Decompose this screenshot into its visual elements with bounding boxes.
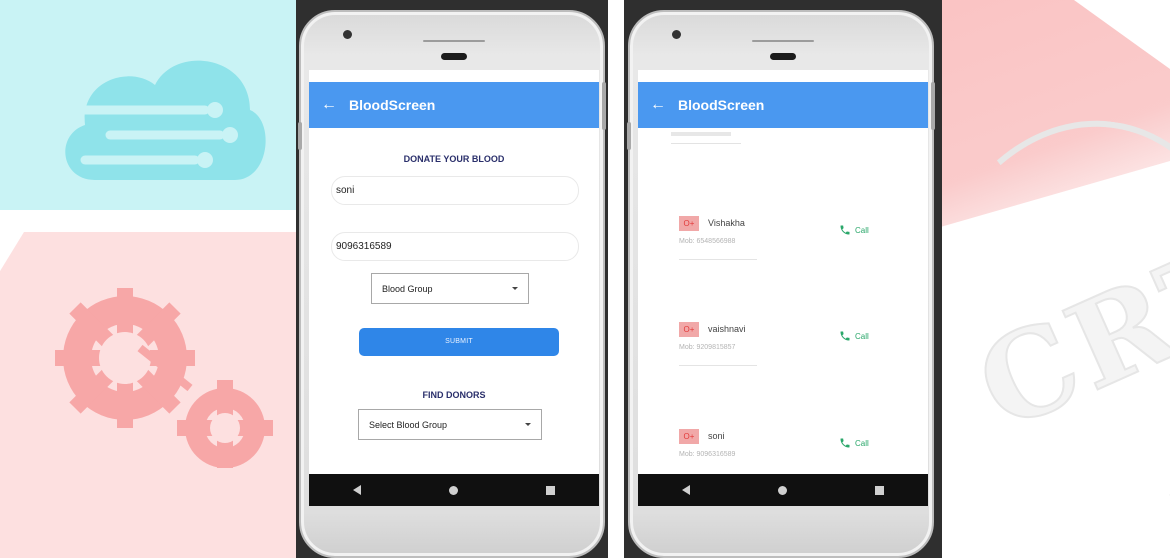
select-blood-group-dropdown[interactable]: Select Blood Group: [358, 409, 542, 440]
donor-mobile: Mob: 6548566988: [679, 238, 736, 245]
app-screen-donate: ← BloodScreen DONATE YOUR BLOOD soni 909…: [309, 70, 599, 506]
phone-left: ← BloodScreen DONATE YOUR BLOOD soni 909…: [298, 10, 606, 558]
blood-group-badge: O+: [679, 216, 699, 231]
donor-list-item[interactable]: O+ vaishnavi Mob: 9209815857 Call: [671, 322, 901, 386]
screenshot-stage: CRT ← BloodScreen DONATE YOUR BLOOD soni…: [0, 0, 1170, 558]
blood-group-dropdown-label: Blood Group: [382, 283, 433, 294]
app-bar: ← BloodScreen: [638, 82, 928, 128]
dropdown-caret-icon: [525, 423, 531, 426]
phone-right: ← BloodScreen O+ Vishakha Mob: 654856698…: [627, 10, 935, 558]
phone-side-key: [627, 122, 631, 150]
nav-home-icon[interactable]: [778, 485, 787, 495]
donor-name: Vishakha: [708, 218, 745, 228]
blood-group-badge: O+: [679, 322, 699, 337]
android-nav-bar: [638, 474, 928, 506]
call-phone-icon: [840, 331, 850, 341]
call-button[interactable]: Call: [839, 437, 869, 449]
android-nav-bar: [309, 474, 599, 506]
donor-name: vaishnavi: [708, 324, 746, 334]
call-label: Call: [855, 225, 869, 235]
earpiece: [441, 53, 467, 60]
call-phone-icon: [840, 225, 850, 235]
watermark-gears-icon: [55, 288, 273, 468]
watermark-cloud-icon: [65, 60, 266, 180]
donor-mobile: Mob: 9209815857: [679, 344, 736, 351]
nav-home-icon[interactable]: [449, 485, 458, 495]
blood-group-dropdown[interactable]: Blood Group: [371, 273, 529, 304]
blood-group-badge: O+: [679, 429, 699, 444]
call-label: Call: [855, 331, 869, 341]
app-screen-donor-list: ← BloodScreen O+ Vishakha Mob: 654856698…: [638, 70, 928, 506]
name-field[interactable]: soni: [331, 176, 579, 205]
list-divider: [671, 143, 741, 144]
previous-item-peek: [671, 132, 731, 136]
nav-back-icon[interactable]: [353, 485, 361, 495]
list-divider: [679, 365, 757, 366]
call-label: Call: [855, 438, 869, 448]
nav-recents-icon[interactable]: [546, 485, 555, 495]
nav-back-icon[interactable]: [682, 485, 690, 495]
earpiece: [770, 53, 796, 60]
front-camera: [343, 30, 352, 39]
phone-power-key: [602, 82, 606, 130]
donor-list-item[interactable]: O+ Vishakha Mob: 6548566988 Call: [671, 216, 901, 280]
nav-recents-icon[interactable]: [875, 485, 884, 495]
speaker-grille: [752, 40, 814, 42]
find-donors-heading: FIND DONORS: [422, 390, 486, 400]
select-blood-group-label: Select Blood Group: [369, 419, 448, 430]
submit-button[interactable]: SUBMIT: [359, 328, 559, 356]
donor-mobile: Mob: 9096316589: [679, 451, 736, 458]
app-bar: ← BloodScreen: [309, 82, 599, 128]
call-button[interactable]: Call: [839, 224, 869, 236]
donate-heading: DONATE YOUR BLOOD: [403, 154, 505, 164]
phone-side-key: [298, 122, 302, 150]
phone-number-field[interactable]: 9096316589: [331, 232, 579, 261]
list-divider: [679, 259, 757, 260]
dropdown-caret-icon: [512, 287, 518, 290]
name-field-value: soni: [336, 185, 355, 196]
phone-power-key: [931, 82, 935, 130]
app-title: BloodScreen: [349, 97, 436, 113]
back-arrow-icon[interactable]: ←: [309, 96, 349, 114]
speaker-grille: [423, 40, 485, 42]
donor-name: soni: [708, 431, 725, 441]
app-title: BloodScreen: [678, 97, 765, 113]
front-camera: [672, 30, 681, 39]
call-phone-icon: [840, 438, 850, 448]
call-button[interactable]: Call: [839, 330, 869, 342]
phone-number-value: 9096316589: [336, 241, 392, 252]
back-arrow-icon[interactable]: ←: [638, 96, 678, 114]
